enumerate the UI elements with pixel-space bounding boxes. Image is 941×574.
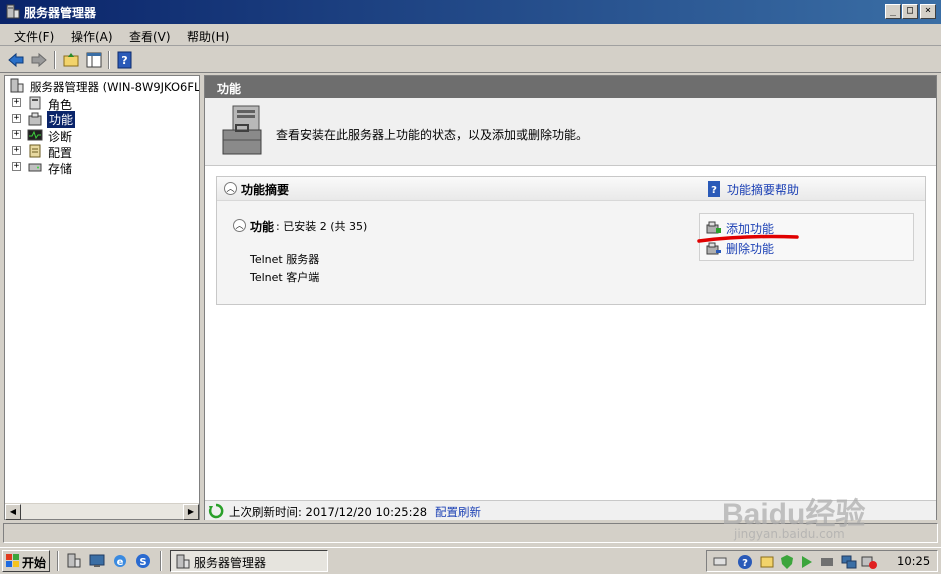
intro-banner: 查看安装在此服务器上功能的状态，以及添加或删除功能。	[205, 98, 936, 166]
server-manager-quicklaunch-icon[interactable]	[66, 553, 82, 569]
expand-icon[interactable]: +	[12, 162, 21, 171]
svg-text:?: ?	[711, 185, 717, 196]
features-large-icon	[222, 105, 262, 155]
watermark-url: jingyan.baidu.com	[734, 527, 845, 541]
server-icon	[10, 78, 24, 93]
show-desktop-icon[interactable]	[89, 553, 105, 569]
toolbar-separator	[54, 51, 56, 69]
tree-root-label: 服务器管理器 (WIN-8W9JKO6FL1	[30, 80, 200, 94]
task-label: 服务器管理器	[194, 556, 267, 570]
forward-arrow-icon[interactable]	[30, 51, 48, 69]
roles-icon	[29, 96, 41, 110]
scroll-right-arrow-icon[interactable]: ▶	[183, 504, 199, 520]
baidu-watermark: Baidu经验 jingyan.baidu.com	[722, 489, 922, 549]
last-refresh-time: 上次刷新时间: 2017/12/20 10:25:28	[229, 505, 428, 519]
svg-text:?: ?	[742, 558, 748, 569]
windows-logo-icon	[6, 554, 19, 567]
server-manager-window: 服务器管理器 _ □ × 文件(F) 操作(A) 查看(V) 帮助(H) ? 服…	[0, 0, 941, 547]
media-play-icon[interactable]	[799, 554, 815, 570]
features-count: : 已安装 2 (共 35)	[276, 220, 368, 233]
diagnostics-icon	[27, 129, 43, 141]
toolbar: ?	[0, 47, 941, 73]
feature-item: Telnet 服务器	[250, 253, 320, 266]
internet-explorer-icon[interactable]: e	[112, 553, 128, 569]
taskbar-separator	[160, 551, 162, 571]
window-title: 服务器管理器	[24, 6, 97, 20]
pane-header-title: 功能	[217, 82, 242, 96]
app-quicklaunch-icon[interactable]: S	[135, 553, 151, 569]
tree-item-storage[interactable]: + 存储	[12, 159, 192, 176]
back-arrow-icon[interactable]	[7, 51, 25, 69]
up-folder-icon[interactable]	[62, 51, 80, 69]
expand-icon[interactable]: +	[12, 130, 21, 139]
taskbar: 开始 e S 服务器管理器 ? 10:25	[0, 547, 941, 574]
menu-bar: 文件(F) 操作(A) 查看(V) 帮助(H)	[0, 24, 941, 46]
network-icon[interactable]	[841, 554, 857, 570]
clock: 10:25	[897, 554, 931, 568]
title-bar[interactable]: 服务器管理器 _ □ ×	[0, 0, 941, 24]
toolbar-separator	[108, 51, 110, 69]
features-label: 功能	[250, 220, 275, 234]
help-icon[interactable]: ?	[116, 51, 134, 69]
menu-file[interactable]: 文件(F)	[14, 28, 54, 45]
svg-text:S: S	[139, 557, 146, 568]
system-tray: ? 10:25	[706, 550, 938, 572]
tree-item-configuration[interactable]: + 配置	[12, 143, 192, 160]
tree-item-label: 功能	[47, 111, 76, 128]
taskbar-task-server-manager[interactable]: 服务器管理器	[170, 550, 328, 572]
menu-help[interactable]: 帮助(H)	[187, 28, 229, 45]
tray-app-icon[interactable]	[759, 554, 775, 570]
tree-item-features[interactable]: + 功能	[12, 111, 192, 128]
security-shield-icon[interactable]: ?	[737, 554, 753, 570]
scroll-left-arrow-icon[interactable]: ◀	[5, 504, 21, 520]
server-manager-icon	[176, 554, 190, 569]
tree-item-diagnostics[interactable]: + 诊断	[12, 127, 192, 144]
features-icon	[28, 112, 42, 126]
taskbar-separator	[57, 551, 59, 571]
configure-refresh-link[interactable]: 配置刷新	[435, 504, 481, 520]
svg-text:e: e	[117, 557, 124, 568]
expand-icon[interactable]: +	[12, 114, 21, 123]
details-pane: 功能 查看安装在此服务器上功能的状态，以及添加或删除功能。 ︿ 功能摘要 ? 功…	[204, 75, 937, 520]
collapse-icon[interactable]: ︿	[224, 182, 237, 195]
feature-item: Telnet 客户端	[250, 271, 320, 284]
start-label: 开始	[22, 556, 47, 570]
volume-icon[interactable]	[819, 554, 835, 570]
close-button[interactable]: ×	[920, 4, 936, 19]
shield-check-icon[interactable]	[779, 554, 795, 570]
keyboard-icon[interactable]	[713, 554, 727, 568]
minimize-button[interactable]: _	[885, 4, 901, 19]
show-hide-tree-icon[interactable]	[85, 51, 103, 69]
storage-icon	[28, 163, 42, 172]
features-summary-panel: ︿ 功能摘要 ? 功能摘要帮助 ︿ 功能 : 已安装 2 (共 35) Teln…	[216, 176, 926, 305]
red-annotation-underline	[697, 234, 799, 243]
menu-view[interactable]: 查看(V)	[129, 28, 171, 45]
expand-icon[interactable]: +	[12, 146, 21, 155]
svg-text:?: ?	[121, 54, 127, 67]
server-manager-icon	[6, 4, 20, 19]
banner-text: 查看安装在此服务器上功能的状态，以及添加或删除功能。	[276, 128, 589, 142]
tree-item-label: 存储	[48, 162, 73, 176]
tree-item-roles[interactable]: + 角色	[12, 95, 192, 112]
summary-title: 功能摘要	[241, 183, 290, 197]
help-icon[interactable]: ?	[707, 181, 721, 197]
alert-icon[interactable]	[861, 554, 877, 570]
menu-action[interactable]: 操作(A)	[71, 28, 113, 45]
configuration-icon	[29, 144, 41, 158]
summary-help-link[interactable]: 功能摘要帮助	[727, 181, 799, 198]
pane-header: 功能	[205, 76, 936, 98]
expand-icon[interactable]: +	[12, 98, 21, 107]
collapse-icon[interactable]: ︿	[233, 219, 246, 232]
start-button[interactable]: 开始	[2, 550, 50, 572]
refresh-icon[interactable]	[208, 503, 224, 519]
tree-horizontal-scrollbar[interactable]: ◀ ▶	[5, 503, 199, 520]
console-tree: 服务器管理器 (WIN-8W9JKO6FL1 + 角色 + 功能 + 诊断 + …	[4, 75, 200, 520]
summary-header: ︿ 功能摘要 ? 功能摘要帮助	[217, 177, 925, 201]
maximize-button[interactable]: □	[902, 4, 918, 19]
